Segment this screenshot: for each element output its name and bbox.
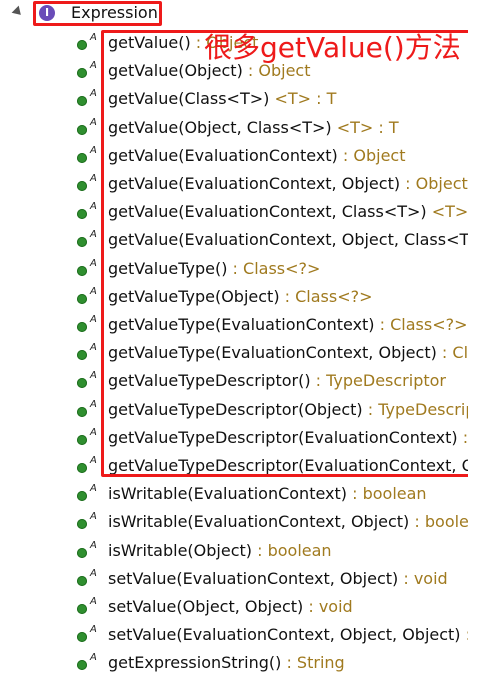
- abstract-marker: A: [90, 144, 97, 156]
- abstract-marker: A: [90, 596, 97, 607]
- method-name: isWritable(Object): [108, 540, 253, 560]
- public-method-icon: [77, 293, 87, 304]
- abstract-marker: A: [90, 483, 97, 495]
- abstract-marker: A: [90, 511, 97, 523]
- public-method-icon: [77, 322, 87, 332]
- method-name: isWritable(EvaluationContext): [108, 484, 348, 504]
- method-return-type: : boolean: [257, 540, 332, 560]
- abstract-marker: A: [90, 342, 97, 354]
- public-method-icon: [77, 350, 87, 361]
- method-signature: isWritable(Object) : boolean: [108, 541, 332, 561]
- annotation-box-getvalue-methods: [101, 30, 468, 477]
- method-signature: setValue(Object, Object) : void: [108, 597, 353, 617]
- public-method-icon: [77, 406, 87, 417]
- public-method-icon: [77, 547, 87, 558]
- method-name: setValue(Object, Object): [108, 597, 304, 616]
- abstract-marker: A: [90, 201, 97, 213]
- abstract-marker: A: [90, 652, 97, 664]
- abstract-marker: A: [90, 455, 97, 466]
- interface-name: Expression: [71, 3, 158, 22]
- abstract-marker: A: [90, 314, 97, 325]
- method-item[interactable]: AisWritable(Object) : boolean: [0, 538, 468, 566]
- abstract-marker: A: [90, 426, 97, 438]
- abstract-marker: A: [90, 285, 97, 297]
- outline-tree: I Expression AgetValue() : Object AgetVal…: [0, 0, 468, 699]
- outline-view: I Expression AgetValue() : Object AgetVal…: [0, 0, 484, 699]
- public-method-icon: [77, 575, 87, 586]
- method-item[interactable]: AsetValue(EvaluationContext, Object, Obj…: [0, 622, 468, 650]
- public-method-icon: [77, 124, 87, 135]
- public-method-icon: [77, 68, 87, 79]
- method-return-type: : void: [308, 597, 353, 616]
- tree-node-expression[interactable]: I Expression: [0, 0, 468, 28]
- public-method-icon: [77, 632, 87, 643]
- method-return-type: : boolean: [352, 484, 427, 504]
- public-method-icon: [77, 237, 87, 248]
- method-item[interactable]: AisWritable(EvaluationContext, Object) :…: [0, 509, 468, 537]
- abstract-marker: A: [90, 229, 97, 241]
- interface-icon: I: [39, 5, 55, 21]
- abstract-marker: A: [90, 60, 97, 72]
- collapse-arrow-icon[interactable]: [11, 5, 25, 19]
- method-item[interactable]: AsetValue(EvaluationContext, Object) : v…: [0, 566, 468, 594]
- abstract-marker: A: [90, 624, 97, 636]
- public-method-icon: [77, 463, 87, 473]
- method-name: setValue(EvaluationContext, Object): [108, 568, 399, 588]
- method-item[interactable]: AsetValue(Object, Object) : void: [0, 594, 468, 622]
- abstract-marker: A: [90, 539, 97, 551]
- public-method-icon: [77, 604, 87, 614]
- public-method-icon: [77, 181, 87, 191]
- annotation-note: 很多getValue()方法: [204, 31, 461, 64]
- method-return-type: : void: [403, 568, 448, 588]
- public-method-icon: [77, 491, 87, 502]
- public-method-icon: [77, 434, 87, 445]
- method-signature: isWritable(EvaluationContext) : boolean: [108, 484, 427, 504]
- public-method-icon: [77, 209, 87, 220]
- method-item[interactable]: AisWritable(EvaluationContext) : boolean: [0, 481, 468, 509]
- method-return-type: : boolean: [414, 512, 468, 532]
- abstract-marker: A: [90, 88, 97, 100]
- public-method-icon: [77, 265, 87, 276]
- abstract-marker: A: [90, 370, 97, 382]
- public-method-icon: [77, 378, 87, 389]
- public-method-icon: [77, 40, 87, 50]
- method-signature: setValue(EvaluationContext, Object) : vo…: [108, 569, 448, 589]
- abstract-marker: A: [90, 398, 97, 410]
- public-method-icon: [77, 519, 87, 530]
- public-method-icon: [77, 152, 87, 163]
- abstract-marker: A: [90, 173, 97, 184]
- abstract-marker: A: [90, 116, 97, 128]
- public-method-icon: [77, 660, 87, 671]
- method-name: setValue(EvaluationContext, Object, Obje…: [108, 625, 461, 645]
- abstract-marker: A: [90, 257, 97, 269]
- method-signature: getExpressionString() : String: [108, 653, 345, 673]
- method-signature: isWritable(EvaluationContext, Object) : …: [108, 512, 468, 532]
- method-return-type: : String: [286, 653, 345, 673]
- abstract-marker: A: [90, 32, 97, 43]
- abstract-marker: A: [90, 567, 97, 579]
- method-return-type: : void: [466, 625, 468, 644]
- public-method-icon: [77, 96, 87, 107]
- method-name: getExpressionString(): [108, 653, 282, 673]
- method-name: isWritable(EvaluationContext, Object): [108, 512, 410, 532]
- method-signature: setValue(EvaluationContext, Object, Obje…: [108, 625, 468, 645]
- method-item[interactable]: AgetExpressionString() : String: [0, 650, 468, 678]
